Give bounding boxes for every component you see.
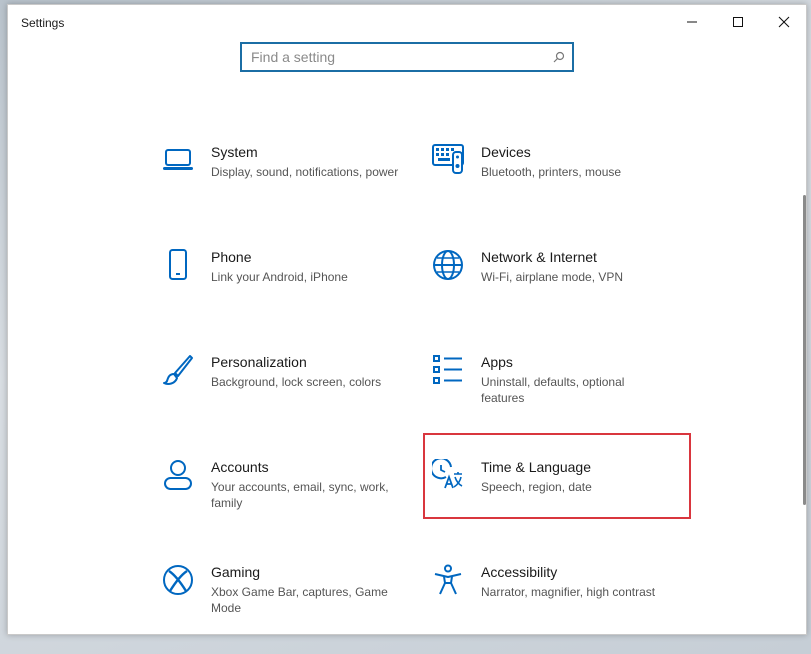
category-accessibility[interactable]: Accessibility Narrator, magnifier, high … (432, 564, 682, 646)
settings-window: Settings System Display, sound, notifica… (7, 4, 807, 635)
laptop-icon (163, 149, 193, 170)
window-title: Settings (21, 16, 65, 30)
globe-icon (433, 250, 463, 280)
category-name: Gaming (211, 564, 261, 580)
category-name: Devices (481, 144, 531, 160)
category-accounts[interactable]: Accounts Your accounts, email, sync, wor… (162, 459, 412, 541)
category-name: Apps (481, 354, 513, 370)
search-icon (553, 51, 565, 63)
minimize-button[interactable] (669, 5, 715, 39)
maximize-icon (733, 17, 743, 27)
category-description: Uninstall, defaults, optional features (481, 375, 625, 405)
category-system[interactable]: System Display, sound, notifications, po… (162, 144, 412, 226)
category-network[interactable]: Network & Internet Wi-Fi, airplane mode,… (432, 249, 682, 331)
accessibility-icon (434, 564, 462, 595)
person-icon (164, 460, 192, 490)
category-name: Personalization (211, 354, 307, 370)
category-name: Accessibility (481, 564, 558, 580)
category-description: Bluetooth, printers, mouse (481, 165, 622, 179)
search-input[interactable] (242, 44, 551, 70)
category-description: Link your Android, iPhone (211, 270, 348, 284)
minimize-icon (687, 21, 697, 23)
category-description: Your accounts, email, sync, work, family (211, 480, 389, 510)
phone-icon (169, 249, 187, 280)
category-personalization[interactable]: Personalization Background, lock screen,… (162, 354, 412, 436)
category-description: Background, lock screen, colors (211, 375, 382, 389)
highlight-box (423, 433, 691, 519)
category-description: Xbox Game Bar, captures, Game Mode (211, 585, 388, 615)
category-description: Display, sound, notifications, power (211, 165, 399, 179)
xbox-icon (163, 565, 193, 595)
title-bar: Settings (8, 5, 806, 39)
category-name: System (211, 144, 258, 160)
category-name: Accounts (211, 459, 269, 475)
close-icon (778, 16, 790, 28)
maximize-button[interactable] (715, 5, 761, 39)
paint-brush-icon (163, 355, 193, 385)
category-devices[interactable]: Devices Bluetooth, printers, mouse (432, 144, 682, 226)
category-name: Network & Internet (481, 249, 597, 265)
category-apps[interactable]: Apps Uninstall, defaults, optional featu… (432, 354, 682, 436)
category-phone[interactable]: Phone Link your Android, iPhone (162, 249, 412, 331)
category-gaming[interactable]: Gaming Xbox Game Bar, captures, Game Mod… (162, 564, 412, 646)
search-box[interactable] (240, 42, 574, 72)
category-description: Wi-Fi, airplane mode, VPN (481, 270, 624, 284)
keyboard-icon (432, 144, 464, 174)
close-button[interactable] (761, 5, 807, 39)
scrollbar[interactable] (803, 195, 806, 505)
category-description: Narrator, magnifier, high contrast (481, 585, 656, 599)
category-name: Phone (211, 249, 252, 265)
apps-list-icon (433, 355, 462, 384)
